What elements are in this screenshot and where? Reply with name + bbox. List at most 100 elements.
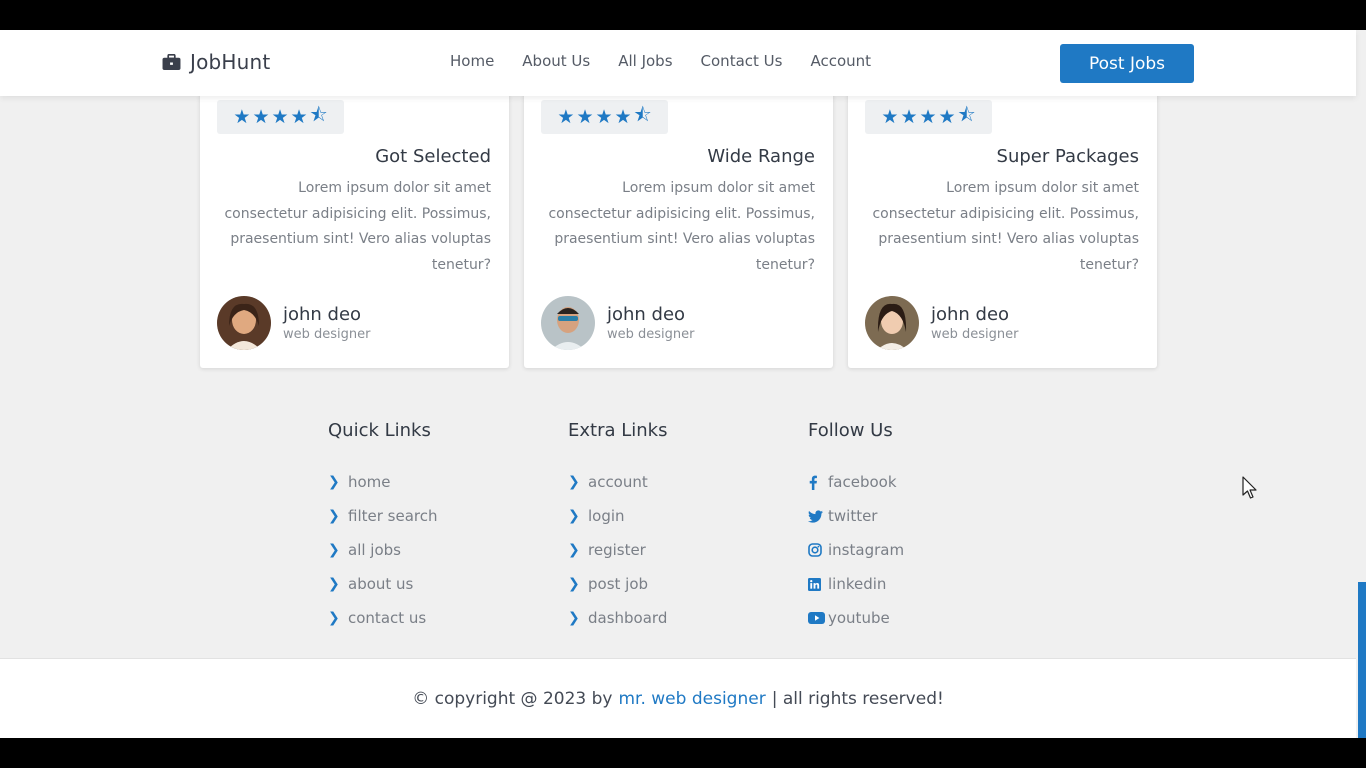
social-link-youtube[interactable]: youtube [808,601,1048,635]
star-half-icon: ⯪ [957,104,976,126]
star-icon: ★ [919,106,937,128]
review-title: Wide Range [707,146,815,167]
rating-stars: ★ ★ ★ ★ ⯪ [217,100,344,134]
footer-link-register[interactable]: ❯ register [568,533,808,567]
reviewer-role: web designer [283,327,371,342]
star-half-icon: ⯪ [309,104,328,126]
star-icon: ★ [557,106,575,128]
youtube-icon [808,612,828,624]
footer-link-home[interactable]: ❯ home [328,465,568,499]
follow-us-column: Follow Us facebook twitter instagram lin… [808,420,1048,635]
footer-link-login[interactable]: ❯ login [568,499,808,533]
footer-link-about-us[interactable]: ❯ about us [328,567,568,601]
reviewer-role: web designer [607,327,695,342]
reviewer-name: john deo [283,304,362,325]
star-half-icon: ⯪ [633,104,652,126]
social-link-instagram[interactable]: instagram [808,533,1048,567]
instagram-icon [808,543,828,557]
footer-link-label: youtube [828,609,890,627]
footer-link-label: twitter [828,507,878,525]
footer-link-post-job[interactable]: ❯ post job [568,567,808,601]
star-icon: ★ [576,106,594,128]
site-header: JobHunt Home About Us All Jobs Contact U… [0,30,1356,96]
footer-link-dashboard[interactable]: ❯ dashboard [568,601,808,635]
facebook-icon [808,475,828,490]
footer-link-account[interactable]: ❯ account [568,465,808,499]
quick-links-title: Quick Links [328,420,431,441]
social-link-twitter[interactable]: twitter [808,499,1048,533]
social-link-linkedin[interactable]: linkedin [808,567,1048,601]
star-icon: ★ [290,106,308,128]
nav-home[interactable]: Home [450,52,494,70]
chevron-right-icon: ❯ [328,474,340,490]
footer-link-label: account [588,473,648,491]
author-link[interactable]: mr. web designer [618,689,765,709]
chevron-right-icon: ❯ [328,610,340,626]
avatar [541,296,595,350]
footer-link-label: home [348,473,391,491]
nav-all-jobs[interactable]: All Jobs [618,52,672,70]
review-text: Lorem ipsum dolor sit amet consectetur a… [872,180,1139,273]
rating-stars: ★ ★ ★ ★ ⯪ [541,100,668,134]
star-icon: ★ [271,106,289,128]
main-nav: Home About Us All Jobs Contact Us Accoun… [450,52,899,70]
review-title: Super Packages [996,146,1139,167]
nav-about-us[interactable]: About Us [522,52,590,70]
scrollbar-thumb[interactable] [1358,582,1366,738]
nav-contact-us[interactable]: Contact Us [701,52,783,70]
chevron-right-icon: ❯ [568,576,580,592]
footer-link-label: about us [348,575,414,593]
footer-link-all-jobs[interactable]: ❯ all jobs [328,533,568,567]
chevron-right-icon: ❯ [568,508,580,524]
footer-link-label: register [588,541,646,559]
footer-links: Quick Links ❯ home ❯ filter search ❯ all jo… [328,420,1048,635]
footer-link-filter-search[interactable]: ❯ filter search [328,499,568,533]
footer-link-label: filter search [348,507,438,525]
follow-us-title: Follow Us [808,420,893,441]
brand-name: JobHunt [190,50,271,74]
nav-account[interactable]: Account [810,52,871,70]
copyright-bar: © copyright @ 2023 by mr. web designer |… [0,658,1356,738]
rating-stars: ★ ★ ★ ★ ⯪ [865,100,992,134]
star-icon: ★ [614,106,632,128]
chevron-right-icon: ❯ [568,542,580,558]
footer-link-contact-us[interactable]: ❯ contact us [328,601,568,635]
reviewer-name: john deo [931,304,1010,325]
reviewer: john deo web designer [541,296,694,350]
chevron-right-icon: ❯ [328,576,340,592]
footer-link-label: linkedin [828,575,887,593]
star-icon: ★ [595,106,613,128]
reviewer-name: john deo [607,304,686,325]
page-viewport: JobHunt Home About Us All Jobs Contact U… [0,30,1366,738]
avatar [217,296,271,350]
footer-link-label: login [588,507,625,525]
reviewer: john deo web designer [865,296,1018,350]
footer-link-label: dashboard [588,609,668,627]
extra-links-column: Extra Links ❯ account ❯ login ❯ register ❯ p… [568,420,808,635]
star-icon: ★ [938,106,956,128]
review-text: Lorem ipsum dolor sit amet consectetur a… [548,180,815,273]
reviewer: john deo web designer [217,296,370,350]
star-icon: ★ [252,106,270,128]
mouse-cursor-icon [1242,476,1257,499]
footer-link-label: facebook [828,473,897,491]
briefcase-icon [162,53,181,70]
footer-link-label: post job [588,575,649,593]
review-title: Got Selected [375,146,491,167]
chevron-right-icon: ❯ [568,610,580,626]
avatar [865,296,919,350]
copyright-suffix: | all rights reserved! [771,688,944,709]
review-text: Lorem ipsum dolor sit amet consectetur a… [224,180,491,273]
chevron-right-icon: ❯ [328,542,340,558]
chevron-right-icon: ❯ [568,474,580,490]
brand-logo[interactable]: JobHunt [162,50,270,74]
extra-links-title: Extra Links [568,420,668,441]
chevron-right-icon: ❯ [328,508,340,524]
star-icon: ★ [233,106,251,128]
copyright-prefix: © copyright @ 2023 by [412,688,613,709]
post-jobs-button[interactable]: Post Jobs [1060,44,1194,83]
twitter-icon [808,509,828,523]
reviewer-role: web designer [931,327,1019,342]
social-link-facebook[interactable]: facebook [808,465,1048,499]
linkedin-icon [808,577,828,591]
